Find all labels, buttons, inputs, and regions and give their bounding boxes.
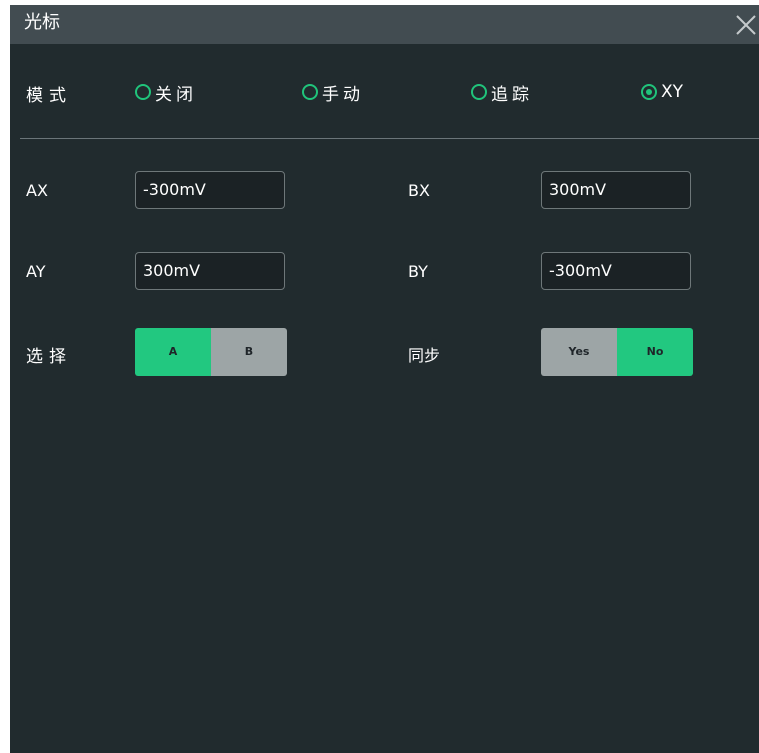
- close-icon[interactable]: [733, 12, 759, 38]
- divider: [20, 138, 759, 139]
- cursor-dialog: 光标 模式 关闭 手动 追踪 XY AX -300mV BX 300mV AY …: [10, 5, 759, 753]
- select-option-a[interactable]: A: [135, 328, 211, 376]
- mode-label: 模式: [26, 86, 72, 106]
- ax-label: AX: [26, 181, 48, 200]
- mode-option-label: XY: [661, 82, 684, 102]
- mode-option-track[interactable]: 追踪: [471, 79, 533, 105]
- mode-option-label: 关闭: [155, 84, 197, 105]
- sync-option-yes[interactable]: Yes: [541, 328, 617, 376]
- by-input[interactable]: -300mV: [541, 252, 691, 290]
- mode-option-xy[interactable]: XY: [641, 79, 683, 105]
- radio-unchecked-icon: [302, 84, 318, 100]
- radio-unchecked-icon: [471, 84, 487, 100]
- sync-label: 同步: [408, 346, 441, 365]
- title-bar: 光标: [10, 5, 759, 44]
- radio-unchecked-icon: [135, 84, 151, 100]
- radio-checked-icon: [641, 84, 657, 100]
- bx-input[interactable]: 300mV: [541, 171, 691, 209]
- mode-option-manual[interactable]: 手动: [302, 79, 364, 105]
- sync-option-no[interactable]: No: [617, 328, 693, 376]
- ay-label: AY: [26, 262, 46, 281]
- dialog-title: 光标: [24, 12, 60, 33]
- mode-option-off[interactable]: 关闭: [135, 79, 197, 105]
- ax-input[interactable]: -300mV: [135, 171, 285, 209]
- select-option-b[interactable]: B: [211, 328, 287, 376]
- mode-option-label: 追踪: [491, 84, 533, 105]
- by-label: BY: [408, 262, 428, 281]
- select-label: 选择: [26, 347, 72, 367]
- ay-input[interactable]: 300mV: [135, 252, 285, 290]
- sync-toggle: Yes No: [541, 328, 693, 376]
- mode-option-label: 手动: [322, 84, 364, 105]
- select-toggle: A B: [135, 328, 287, 376]
- bx-label: BX: [408, 181, 430, 200]
